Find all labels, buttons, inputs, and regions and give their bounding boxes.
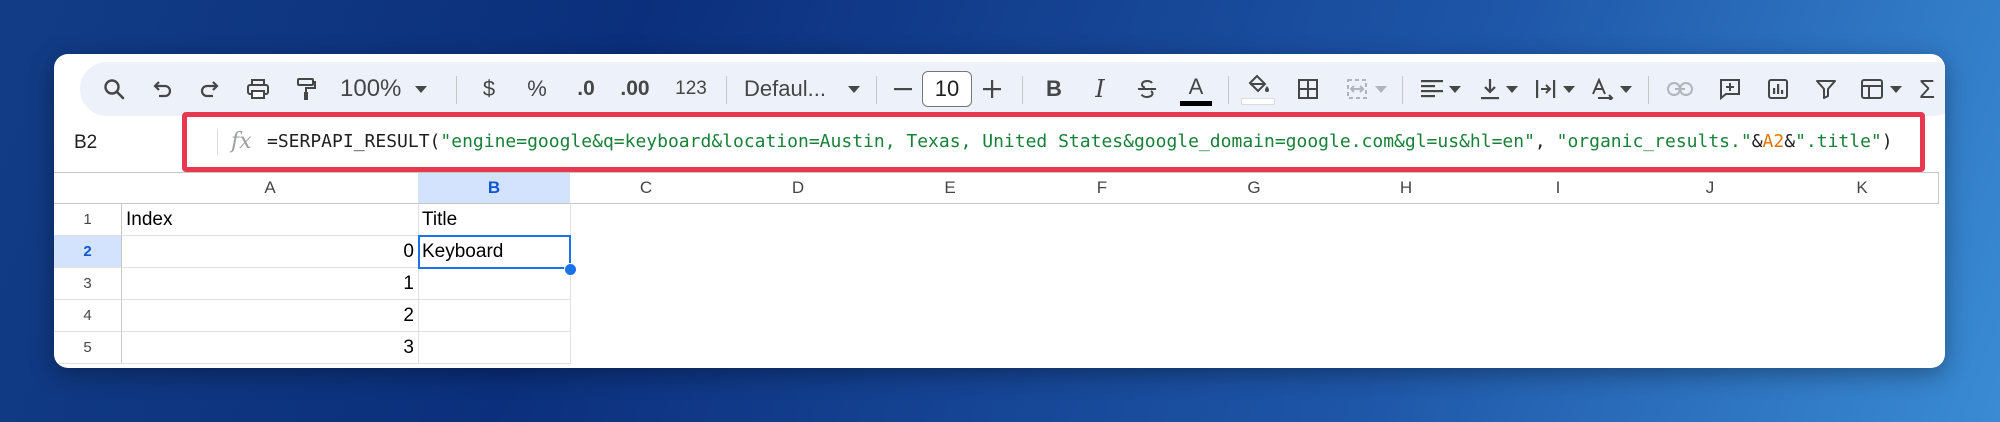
font-size-input[interactable]: 10 xyxy=(922,71,972,107)
cell-a1[interactable]: Index xyxy=(122,204,419,236)
increase-decimal-label: .00 xyxy=(620,77,650,100)
italic-button[interactable]: I xyxy=(1082,62,1118,116)
horizontal-align-icon[interactable] xyxy=(1414,62,1468,116)
sheet-grid: A B C D E F G H I J K 1 2 3 4 5 Index Ti… xyxy=(54,172,1945,368)
column-header-i[interactable]: I xyxy=(1482,172,1635,204)
cell-b5[interactable] xyxy=(418,332,571,364)
cell-a3[interactable]: 1 xyxy=(122,268,419,300)
formula-function: =SERPAPI_RESULT( xyxy=(267,131,441,152)
formula-suffix-string: ".title" xyxy=(1795,131,1882,152)
divider xyxy=(1228,76,1229,104)
row-header-5[interactable]: 5 xyxy=(54,332,122,364)
print-icon[interactable] xyxy=(238,62,278,116)
formula-close-paren: ) xyxy=(1881,131,1893,152)
formula-query-string: "engine=google&q=keyboard&location=Austi… xyxy=(440,131,1535,152)
select-all-corner[interactable] xyxy=(54,172,123,204)
divider xyxy=(217,129,218,155)
increase-font-size-button[interactable] xyxy=(974,62,1010,116)
formula-text[interactable]: =SERPAPI_RESULT("engine=google&q=keyboar… xyxy=(267,131,1893,152)
formula-operator: & xyxy=(1784,131,1796,152)
fill-color-icon[interactable] xyxy=(1238,62,1278,116)
column-header-g[interactable]: G xyxy=(1178,172,1331,204)
font-name: Defaul... xyxy=(744,76,826,101)
cell-a2[interactable]: 0 xyxy=(122,236,419,268)
cell-b3[interactable] xyxy=(418,268,571,300)
insert-link-icon[interactable] xyxy=(1660,62,1700,116)
undo-icon[interactable] xyxy=(142,62,182,116)
functions-icon[interactable]: Σ xyxy=(1912,62,1942,116)
row-header-3[interactable]: 3 xyxy=(54,268,122,300)
redo-icon[interactable] xyxy=(190,62,230,116)
formula-bar[interactable]: fx =SERPAPI_RESULT("engine=google&q=keyb… xyxy=(182,112,1925,172)
paint-format-icon[interactable] xyxy=(286,62,326,116)
name-box[interactable]: B2 xyxy=(74,132,97,154)
text-color-glyph: A xyxy=(1188,74,1204,99)
column-header-e[interactable]: E xyxy=(874,172,1027,204)
column-header-b[interactable]: B xyxy=(418,172,571,204)
divider xyxy=(1402,76,1403,104)
bold-button[interactable]: B xyxy=(1036,62,1072,116)
filter-icon[interactable] xyxy=(1806,62,1846,116)
text-color-button[interactable]: A xyxy=(1176,62,1216,116)
formula-comma: , xyxy=(1534,131,1557,152)
row-header-4[interactable]: 4 xyxy=(54,300,122,332)
format-percent-button[interactable]: % xyxy=(518,62,556,116)
search-menus-icon[interactable] xyxy=(94,62,134,116)
format-currency-button[interactable]: $ xyxy=(470,62,508,116)
column-header-c[interactable]: C xyxy=(570,172,723,204)
merge-cells-icon[interactable] xyxy=(1338,62,1394,116)
text-color-swatch xyxy=(1180,101,1212,106)
text-rotation-icon[interactable] xyxy=(1584,62,1638,116)
column-header-f[interactable]: F xyxy=(1026,172,1179,204)
column-header-d[interactable]: D xyxy=(722,172,875,204)
toolbar: 100% $ % .0 .00 123 Defaul... 10 B I A Σ xyxy=(80,62,1945,116)
zoom-value: 100% xyxy=(340,75,402,102)
chevron-down-icon xyxy=(1449,85,1461,93)
column-header-k[interactable]: K xyxy=(1786,172,1939,204)
fill-color-swatch xyxy=(1241,98,1275,105)
fx-icon: fx xyxy=(231,129,252,154)
row-header-2[interactable]: 2 xyxy=(54,236,122,268)
decrease-decimal-label: .0 xyxy=(577,77,595,100)
column-header-h[interactable]: H xyxy=(1330,172,1483,204)
chevron-down-icon xyxy=(1506,85,1518,93)
row-header-1[interactable]: 1 xyxy=(54,204,122,236)
formula-path-string: "organic_results." xyxy=(1556,131,1752,152)
divider xyxy=(1022,76,1023,104)
zoom-select[interactable]: 100% xyxy=(340,62,440,116)
cell-a4[interactable]: 2 xyxy=(122,300,419,332)
cell-b1[interactable]: Title xyxy=(418,204,571,236)
cell-a5[interactable]: 3 xyxy=(122,332,419,364)
divider xyxy=(456,76,457,104)
increase-decimal-button[interactable]: .00 xyxy=(610,62,660,116)
divider xyxy=(1648,76,1649,104)
more-formats-button[interactable]: 123 xyxy=(668,62,714,116)
decrease-font-size-button[interactable] xyxy=(886,62,920,116)
chevron-down-icon xyxy=(1620,85,1632,93)
chevron-down-icon xyxy=(847,85,860,93)
chevron-down-icon xyxy=(415,85,428,93)
formula-cell-reference: A2 xyxy=(1762,131,1785,152)
column-header-a[interactable]: A xyxy=(122,172,419,204)
cell-b4[interactable] xyxy=(418,300,571,332)
insert-chart-icon[interactable] xyxy=(1758,62,1798,116)
insert-comment-icon[interactable] xyxy=(1710,62,1750,116)
chevron-down-icon xyxy=(1375,85,1387,93)
decrease-decimal-button[interactable]: .0 xyxy=(564,62,608,116)
chevron-down-icon xyxy=(1890,85,1902,93)
font-select[interactable]: Defaul... xyxy=(744,62,864,116)
borders-icon[interactable] xyxy=(1288,62,1328,116)
vertical-align-icon[interactable] xyxy=(1472,62,1526,116)
column-header-j[interactable]: J xyxy=(1634,172,1787,204)
spreadsheet-window: 100% $ % .0 .00 123 Defaul... 10 B I A Σ… xyxy=(54,54,1945,368)
text-wrapping-icon[interactable] xyxy=(1528,62,1582,116)
fill-handle[interactable] xyxy=(564,263,577,276)
formula-operator: & xyxy=(1751,131,1763,152)
divider xyxy=(726,76,727,104)
strikethrough-icon[interactable] xyxy=(1128,62,1166,116)
divider xyxy=(876,76,877,104)
chevron-down-icon xyxy=(1563,85,1575,93)
active-cell-outline xyxy=(418,235,571,269)
filter-views-icon[interactable] xyxy=(1854,62,1908,116)
